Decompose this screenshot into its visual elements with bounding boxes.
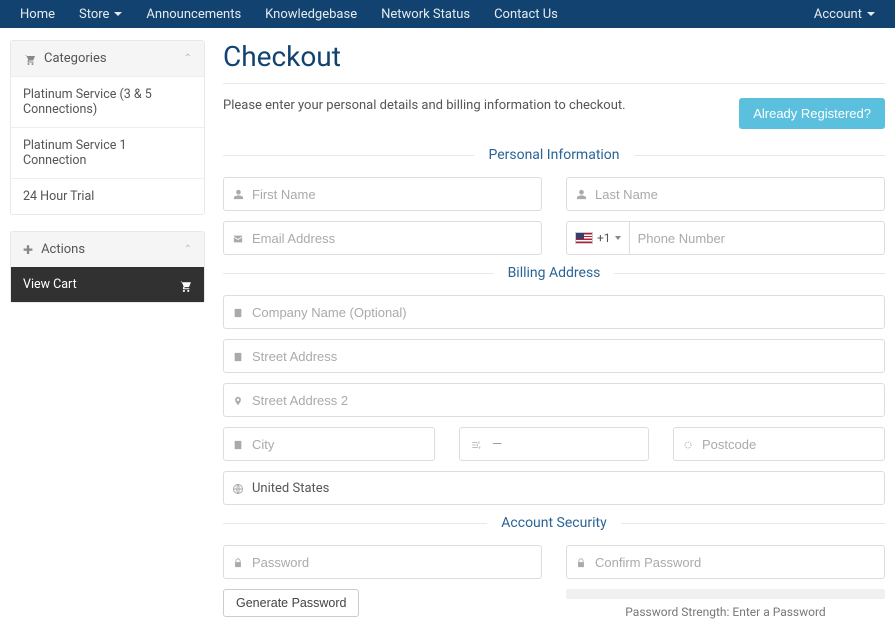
country-value: United States [252,481,329,496]
generate-password-button[interactable]: Generate Password [223,589,359,617]
categories-title: Categories [44,51,107,66]
plus-icon: ✚ [23,243,33,257]
sliders-icon [470,437,482,451]
section-label: Account Security [487,515,620,531]
phone-field[interactable]: +1 [566,221,885,255]
section-label: Personal Information [474,147,633,163]
already-registered-button[interactable]: Already Registered? [739,98,885,129]
confirm-password-field[interactable] [566,545,885,579]
company-input[interactable] [252,296,884,328]
street1-input[interactable] [252,340,884,372]
first-name-input[interactable] [252,178,541,210]
password-input[interactable] [252,546,541,578]
section-billing: Billing Address [223,265,885,281]
page-title: Checkout [223,40,885,84]
confirm-password-input[interactable] [595,546,884,578]
user-icon [567,187,595,201]
phone-country-select[interactable]: +1 [567,222,630,254]
city-input[interactable] [252,428,434,460]
last-name-field[interactable] [566,177,885,211]
nav-announcements[interactable]: Announcements [134,7,253,22]
caret-down-icon [615,236,621,240]
categories-panel: Categories ⌃ Platinum Service (3 & 5 Con… [10,40,205,215]
company-field[interactable] [223,295,885,329]
postcode-field[interactable] [673,427,885,461]
section-personal: Personal Information [223,147,885,163]
chevron-up-icon: ⌃ [184,53,192,64]
section-security: Account Security [223,515,885,531]
nav-account[interactable]: Account [802,7,887,22]
nav-store[interactable]: Store [67,7,134,22]
caret-down-icon [867,12,875,16]
nav-store-label: Store [79,7,109,22]
categories-header[interactable]: Categories ⌃ [11,41,204,76]
state-value: — [492,437,502,452]
category-item[interactable]: Platinum Service 1 Connection [11,127,204,178]
postcode-input[interactable] [702,428,884,460]
email-field[interactable] [223,221,542,255]
first-name-field[interactable] [223,177,542,211]
flag-us-icon [575,232,593,244]
actions-header[interactable]: ✚ Actions ⌃ [11,232,204,267]
city-field[interactable] [223,427,435,461]
state-select[interactable]: — [459,427,649,461]
nav-network-status[interactable]: Network Status [369,7,482,22]
envelope-icon [224,231,252,245]
view-cart-button[interactable]: View Cart [11,267,204,302]
page-subhead: Please enter your personal details and b… [223,98,626,113]
building-icon [224,437,252,451]
password-strength-meter [566,589,885,599]
nav-knowledgebase[interactable]: Knowledgebase [253,7,369,22]
cart-icon [178,277,192,291]
user-icon [224,187,252,201]
nav-home[interactable]: Home [8,7,67,22]
actions-title: Actions [41,242,85,257]
lock-icon [567,555,595,569]
building-icon [224,305,252,319]
country-select[interactable]: United States [223,471,885,505]
phone-code: +1 [597,231,611,245]
category-item[interactable]: Platinum Service (3 & 5 Connections) [11,76,204,127]
street2-input[interactable] [252,384,884,416]
nav-account-label: Account [814,7,862,22]
view-cart-label: View Cart [23,277,77,292]
chevron-up-icon: ⌃ [184,244,192,255]
seal-icon [674,437,702,451]
globe-icon [224,481,252,495]
email-input[interactable] [252,222,541,254]
main-content: Checkout Please enter your personal deta… [223,40,885,629]
password-field[interactable] [223,545,542,579]
category-item[interactable]: 24 Hour Trial [11,178,204,214]
pin-icon [224,393,252,407]
street2-field[interactable] [223,383,885,417]
phone-input[interactable] [630,222,884,254]
building-icon [224,349,252,363]
street1-field[interactable] [223,339,885,373]
actions-panel: ✚ Actions ⌃ View Cart [10,231,205,303]
password-strength-text: Password Strength: Enter a Password [566,605,885,619]
top-navbar: Home Store Announcements Knowledgebase N… [0,0,895,28]
lock-icon [224,555,252,569]
nav-contact[interactable]: Contact Us [482,7,570,22]
section-label: Billing Address [494,265,615,281]
cart-icon [23,52,36,66]
caret-down-icon [114,12,122,16]
last-name-input[interactable] [595,178,884,210]
sidebar: Categories ⌃ Platinum Service (3 & 5 Con… [10,40,205,629]
